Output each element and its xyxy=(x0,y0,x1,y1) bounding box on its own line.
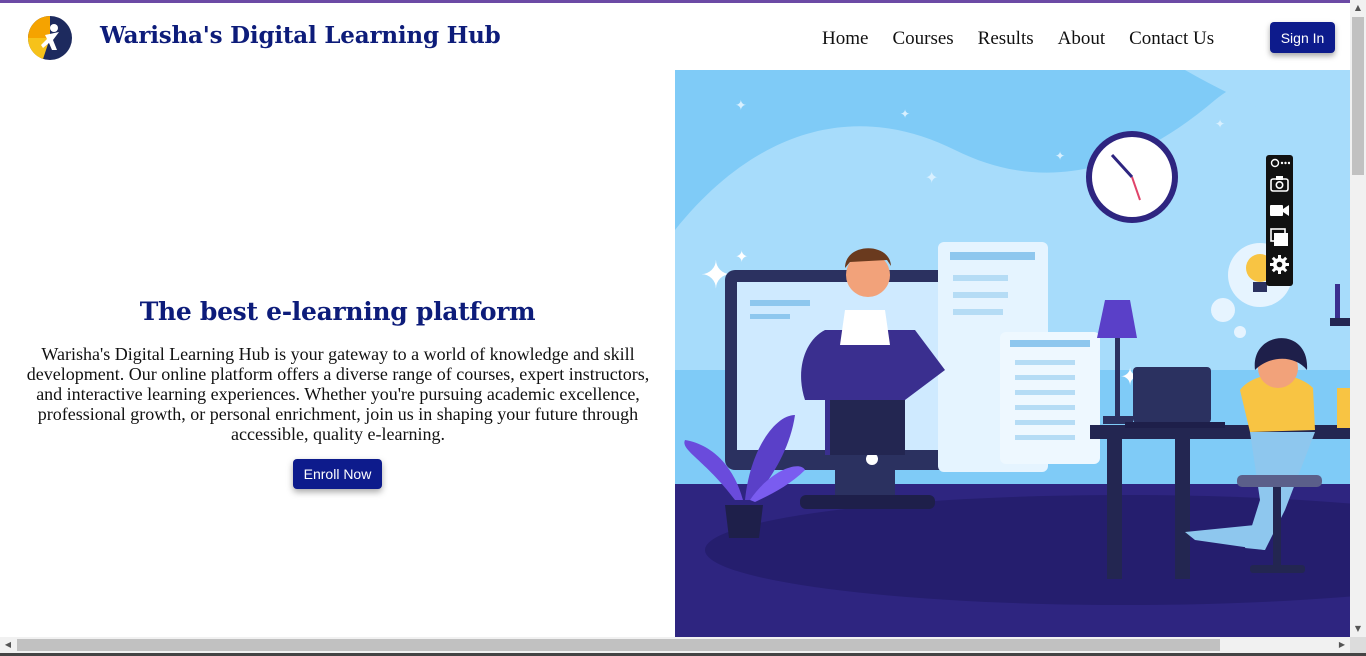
scroll-left-arrow-icon[interactable]: ◀ xyxy=(0,637,16,653)
scrollbar-corner xyxy=(1350,637,1366,653)
brand-title[interactable]: Warisha's Digital Learning Hub xyxy=(100,22,501,49)
nav-results[interactable]: Results xyxy=(978,28,1034,50)
horizontal-scrollbar[interactable]: ◀ ▶ xyxy=(0,637,1350,653)
scroll-down-arrow-icon[interactable]: ▼ xyxy=(1350,621,1366,637)
scroll-up-arrow-icon[interactable]: ▲ xyxy=(1350,0,1366,16)
window-icon[interactable] xyxy=(1269,227,1290,248)
e-learning-illustration: ✦ ✦ ✦ ✦ ✦ ✦ ✦ ✦ xyxy=(675,70,1350,637)
video-icon[interactable] xyxy=(1269,200,1290,221)
nav-home[interactable]: Home xyxy=(822,28,868,50)
svg-text:✦: ✦ xyxy=(735,247,748,266)
svg-text:✦: ✦ xyxy=(925,168,938,187)
site-header: Warisha's Digital Learning Hub Home Cour… xyxy=(0,3,1350,70)
svg-text:✦: ✦ xyxy=(900,107,910,121)
svg-text:✦: ✦ xyxy=(735,98,747,114)
nav-about[interactable]: About xyxy=(1058,28,1106,50)
main-nav: Home Courses Results About Contact Us xyxy=(822,25,1238,53)
scroll-right-arrow-icon[interactable]: ▶ xyxy=(1334,637,1350,653)
nav-contact-us[interactable]: Contact Us xyxy=(1129,28,1214,50)
svg-text:✦: ✦ xyxy=(1055,149,1065,163)
camera-icon[interactable] xyxy=(1269,173,1290,194)
svg-text:✦: ✦ xyxy=(1215,117,1225,131)
nav-courses[interactable]: Courses xyxy=(892,28,953,50)
pin-icon[interactable] xyxy=(1269,157,1290,169)
enroll-now-button[interactable]: Enroll Now xyxy=(293,459,382,489)
logo-icon[interactable] xyxy=(23,15,77,61)
floating-capture-toolbar xyxy=(1266,155,1293,286)
vertical-scrollbar-thumb[interactable] xyxy=(1352,17,1364,175)
horizontal-scrollbar-thumb[interactable] xyxy=(17,639,1220,651)
hero-description: Warisha's Digital Learning Hub is your g… xyxy=(26,344,650,444)
vertical-scrollbar[interactable]: ▲ ▼ xyxy=(1350,0,1366,637)
sign-in-button[interactable]: Sign In xyxy=(1270,22,1335,53)
hero-title: The best e-learning platform xyxy=(139,297,536,326)
settings-icon[interactable] xyxy=(1269,254,1290,275)
